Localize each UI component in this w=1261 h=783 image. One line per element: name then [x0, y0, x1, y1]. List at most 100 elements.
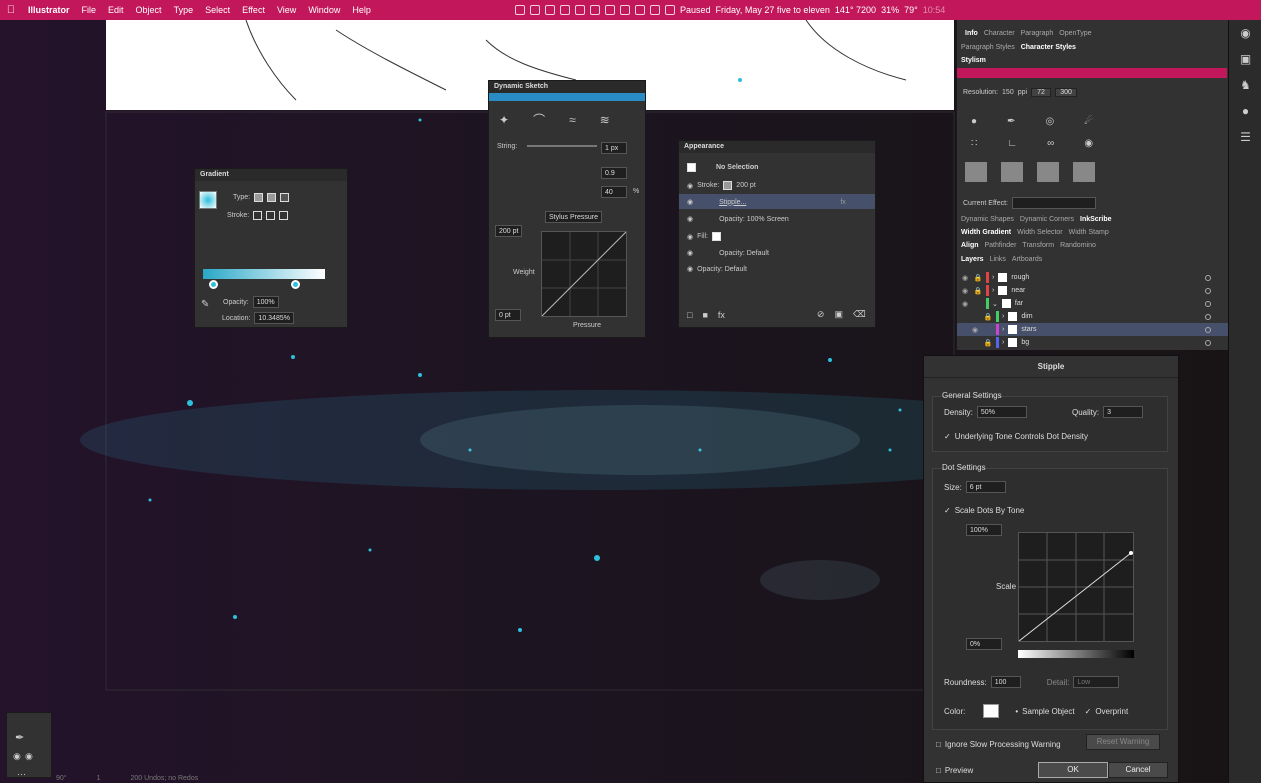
- puppet-icon[interactable]: ♞: [1229, 72, 1261, 98]
- layer-name[interactable]: far: [1015, 300, 1023, 307]
- warp-icon[interactable]: ∟: [1007, 138, 1017, 149]
- menu-icon[interactable]: ☰: [1229, 124, 1261, 150]
- layer-name[interactable]: stars: [1021, 326, 1036, 333]
- opacity-field[interactable]: 100%: [252, 296, 279, 308]
- lock-icon[interactable]: 🔒: [973, 274, 983, 282]
- menu-object[interactable]: Object: [130, 5, 168, 15]
- layer-name[interactable]: near: [1011, 287, 1025, 294]
- freeform-gradient-icon[interactable]: [280, 193, 290, 202]
- underlying-tone-label[interactable]: Underlying Tone Controls Dot Density: [955, 432, 1088, 441]
- add-effect-icon[interactable]: fx: [718, 310, 725, 320]
- location-field[interactable]: 10.3485%: [254, 312, 294, 324]
- fill-stroke-icon[interactable]: ◉: [13, 751, 21, 762]
- effect-preset[interactable]: [1001, 162, 1023, 182]
- status-icon[interactable]: [620, 5, 630, 15]
- image-icon[interactable]: ▣: [1229, 46, 1261, 72]
- tab-info[interactable]: Info: [965, 30, 978, 37]
- tab-width-stamp[interactable]: Width Stamp: [1069, 229, 1109, 236]
- lock-icon[interactable]: 🔒: [983, 339, 993, 347]
- eyedropper-icon[interactable]: ✎: [201, 299, 209, 310]
- menu-view[interactable]: View: [271, 5, 302, 15]
- radial-gradient-icon[interactable]: [267, 193, 277, 202]
- layer-name[interactable]: rough: [1011, 274, 1029, 281]
- checkbox-icon[interactable]: ✓: [944, 432, 951, 441]
- stroke-across-icon[interactable]: [279, 211, 289, 220]
- expand-icon[interactable]: ›: [992, 274, 994, 281]
- status-icon[interactable]: [605, 5, 615, 15]
- scale-max-field[interactable]: 100%: [966, 524, 1002, 536]
- res-300-button[interactable]: 300: [1055, 88, 1078, 97]
- status-icon[interactable]: [590, 5, 600, 15]
- swirl-icon[interactable]: ∞: [1047, 138, 1054, 149]
- string-field[interactable]: 1 px: [601, 142, 627, 154]
- tab-dynamic-shapes[interactable]: Dynamic Shapes: [961, 216, 1014, 223]
- tab-randomino[interactable]: Randomino: [1060, 242, 1096, 249]
- tab-dynamic-corners[interactable]: Dynamic Corners: [1020, 216, 1074, 223]
- scale-min-field[interactable]: 0%: [966, 638, 1002, 650]
- target-icon[interactable]: ◎: [1045, 116, 1054, 127]
- tab-paragraph[interactable]: Paragraph: [1021, 30, 1054, 37]
- tab-width-selector[interactable]: Width Selector: [1017, 229, 1063, 236]
- radio-icon[interactable]: •: [1015, 707, 1018, 716]
- appearance-panel-icon[interactable]: ◉: [1229, 20, 1261, 46]
- effect-preset[interactable]: [1073, 162, 1095, 182]
- effect-preset[interactable]: [965, 162, 987, 182]
- ignore-slow-label[interactable]: Ignore Slow Processing Warning: [945, 740, 1061, 749]
- apple-icon[interactable]: : [0, 4, 22, 16]
- menu-edit[interactable]: Edit: [102, 5, 130, 15]
- checkbox-icon[interactable]: □: [936, 766, 941, 775]
- datetime[interactable]: Friday, May 27 five to eleven: [716, 5, 830, 15]
- counter[interactable]: 141° 7200: [835, 5, 876, 15]
- volume-icon[interactable]: [650, 5, 660, 15]
- tab-stylism[interactable]: Stylism: [961, 57, 986, 64]
- size-top-field[interactable]: 200 pt: [495, 225, 523, 237]
- eye-icon[interactable]: ◉: [687, 249, 693, 257]
- density-field[interactable]: 50%: [976, 406, 1027, 418]
- value1-field[interactable]: 0.9: [601, 167, 627, 179]
- expand-icon[interactable]: ›: [1002, 326, 1004, 333]
- zoom-level[interactable]: 90°: [56, 775, 67, 782]
- size-bottom-field[interactable]: 0 pt: [495, 309, 521, 321]
- detail-dropdown[interactable]: Low: [1073, 676, 1120, 688]
- fill-opacity-link[interactable]: Opacity: Default: [697, 250, 769, 257]
- string-slider[interactable]: [527, 145, 597, 147]
- add-fill-icon[interactable]: ■: [702, 310, 707, 320]
- reset-warning-button[interactable]: Reset Warning: [1086, 734, 1160, 750]
- tab-character-styles[interactable]: Character Styles: [1021, 44, 1076, 51]
- dot-icon[interactable]: ●: [971, 116, 977, 127]
- color-swatch[interactable]: [983, 704, 1000, 718]
- layer-row[interactable]: ◉ ⌄ far: [957, 297, 1229, 310]
- brush-icon[interactable]: ✦: [499, 113, 509, 127]
- status-icon[interactable]: [530, 5, 540, 15]
- pen-tool-icon[interactable]: ✒: [15, 731, 24, 744]
- scale-dots-label[interactable]: Scale Dots By Tone: [955, 506, 1025, 515]
- curve-icon[interactable]: ⌒: [533, 111, 545, 128]
- stroke-within-icon[interactable]: [253, 211, 263, 220]
- tab-pathfinder[interactable]: Pathfinder: [985, 242, 1017, 249]
- trash-icon[interactable]: ⌫: [853, 309, 866, 320]
- fill-swatch[interactable]: [712, 232, 721, 241]
- stroke-swatch[interactable]: [723, 181, 733, 190]
- stroke-weight[interactable]: 200 pt: [736, 182, 755, 189]
- wifi-icon[interactable]: [635, 5, 645, 15]
- menu-file[interactable]: File: [76, 5, 103, 15]
- target-icon[interactable]: [1205, 339, 1211, 346]
- resolution-value[interactable]: 150: [1002, 89, 1014, 96]
- drop-icon[interactable]: ●: [1229, 98, 1261, 124]
- stroke-opacity-link[interactable]: Opacity: 100% Screen: [697, 216, 789, 223]
- layer-row[interactable]: ◉ › stars: [957, 323, 1229, 336]
- sample-object-label[interactable]: Sample Object: [1022, 707, 1074, 716]
- stipple-effect-link[interactable]: Stipple...: [697, 199, 746, 206]
- checkbox-icon[interactable]: □: [936, 740, 941, 749]
- layer-name[interactable]: bg: [1021, 339, 1029, 346]
- eye-icon[interactable]: ◉: [687, 215, 693, 223]
- eye-icon[interactable]: ◉: [687, 233, 693, 241]
- eye-icon[interactable]: ◉: [687, 198, 693, 206]
- eye-icon[interactable]: ◉: [967, 326, 983, 334]
- preview-label[interactable]: Preview: [945, 766, 973, 775]
- lock-icon[interactable]: 🔒: [973, 287, 983, 295]
- more-icon[interactable]: ⋯: [17, 769, 26, 780]
- size-field[interactable]: 6 pt: [965, 481, 1006, 493]
- menu-select[interactable]: Select: [199, 5, 236, 15]
- battery[interactable]: 31%: [881, 5, 899, 15]
